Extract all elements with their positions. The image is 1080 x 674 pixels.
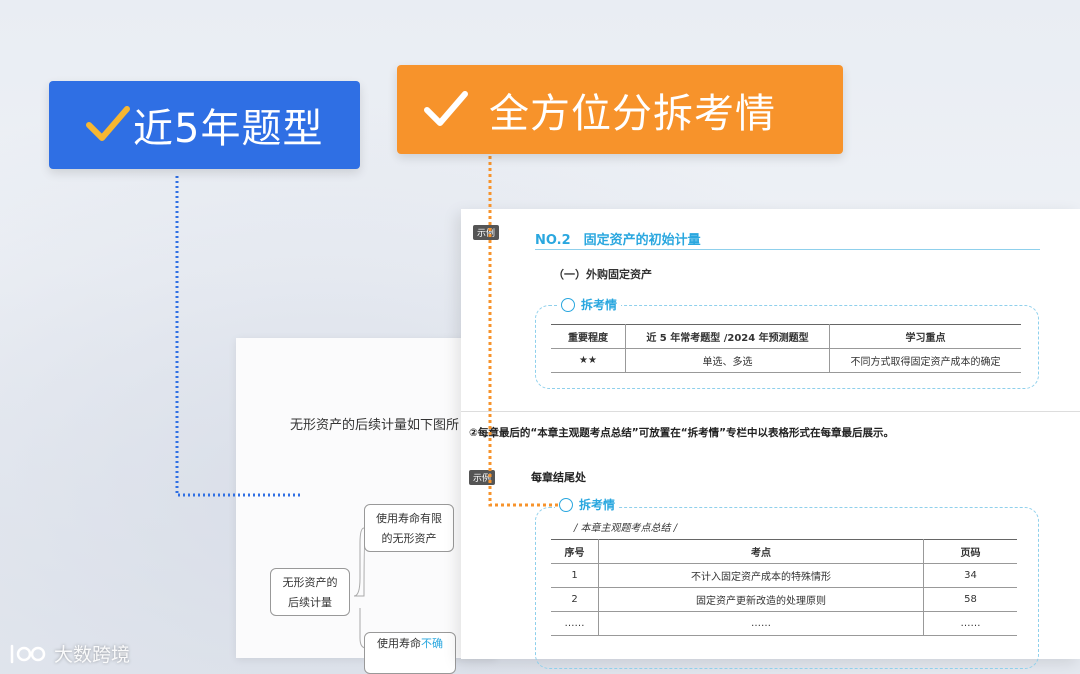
example-badge-1: 示例 <box>473 225 500 240</box>
panel-label-2-text: 拆考情 <box>579 498 616 512</box>
table-row: 34 <box>923 563 1017 588</box>
table-row: 固定资产更新改造的处理原则 <box>598 587 924 612</box>
section-title-underline <box>535 249 1040 250</box>
branch-indefinite-highlight: 不确 <box>421 637 443 650</box>
chapter-summary-note: ②每章最后的“本章主观题考点总结”可放置在“拆考情”专栏中以表格形式在每章最后展… <box>469 427 894 439</box>
exam-breakdown-tag: 全方位分拆考情 <box>397 65 843 154</box>
section-title: NO.2 固定资产的初始计量 <box>535 233 701 248</box>
table-row: …… <box>598 611 924 636</box>
table-row: 2 <box>551 587 599 612</box>
cell-question-types: 单选、多选 <box>625 348 830 373</box>
watermark-text: 大数跨境 <box>54 644 131 666</box>
mindmap-branch-indefinite: 使用寿命不确 <box>364 632 456 674</box>
exam-info-table: 重要程度 近 5 年常考题型 /2024 年预测题型 学习重点 ★★ 单选、多选… <box>551 324 1021 373</box>
recent-5-years-text: 近5年题型 <box>133 106 324 152</box>
subsection-title: （一）外购固定资产 <box>553 268 652 281</box>
pen-circle-icon <box>561 297 575 312</box>
header-index: 序号 <box>551 539 599 564</box>
example-badge-2: 示例 <box>469 470 496 485</box>
branch-indefinite-text: 使用寿命 <box>377 637 421 650</box>
panel-label-1: 拆考情 <box>557 296 622 313</box>
mindmap-branch-finite: 使用寿命有限 的无形资产 <box>364 504 454 552</box>
watermark: 大数跨境 <box>8 640 130 667</box>
header-question-types: 近 5 年常考题型 /2024 年预测题型 <box>625 324 830 349</box>
cell-study-focus: 不同方式取得固定资产成本的确定 <box>829 348 1021 373</box>
table-row: 不计入固定资产成本的特殊情形 <box>598 563 924 588</box>
table-row: …… <box>923 611 1017 636</box>
header-study-focus: 学习重点 <box>829 324 1021 349</box>
panel-label-1-text: 拆考情 <box>581 298 618 312</box>
branch-finite-line2: 的无形资产 <box>381 532 437 545</box>
header-page: 页码 <box>923 539 1017 564</box>
summary-table-caption: / 本章主观题考点总结 / <box>574 523 678 534</box>
branch-finite-line1: 使用寿命有限 <box>376 512 442 525</box>
divider-line <box>461 411 1080 412</box>
mindmap-root-node: 无形资产的 后续计量 <box>270 568 350 616</box>
summary-table: 序号 考点 页码 1 不计入固定资产成本的特殊情形 34 2 固定资产更新改造的… <box>551 539 1017 636</box>
table-row: …… <box>551 611 599 636</box>
header-topic: 考点 <box>598 539 924 564</box>
header-importance: 重要程度 <box>551 324 626 349</box>
panel-label-2: 拆考情 <box>555 496 620 513</box>
table-row: 1 <box>551 563 599 588</box>
checkmark-icon <box>86 106 130 141</box>
cell-importance: ★★ <box>551 348 626 373</box>
chapter-end-label: 每章结尾处 <box>531 471 586 484</box>
checkmark-icon <box>424 90 468 126</box>
recent-5-years-tag: 近5年题型 <box>49 81 360 169</box>
pen-circle-icon <box>559 497 573 512</box>
mindmap-root-line1: 无形资产的 <box>282 576 338 589</box>
back-document-page: 无形资产的后续计量如下图所 无形资产的 后续计量 使用寿命有限 的无形资产 使用… <box>236 338 496 674</box>
watermark-logo-icon <box>10 644 46 663</box>
table-row: 58 <box>923 587 1017 612</box>
exam-breakdown-text: 全方位分拆考情 <box>489 90 776 137</box>
mindmap-root-line2: 后续计量 <box>288 596 332 609</box>
front-document-page: 示例 NO.2 固定资产的初始计量 （一）外购固定资产 拆考情 重要程度 近 5… <box>461 209 1080 669</box>
